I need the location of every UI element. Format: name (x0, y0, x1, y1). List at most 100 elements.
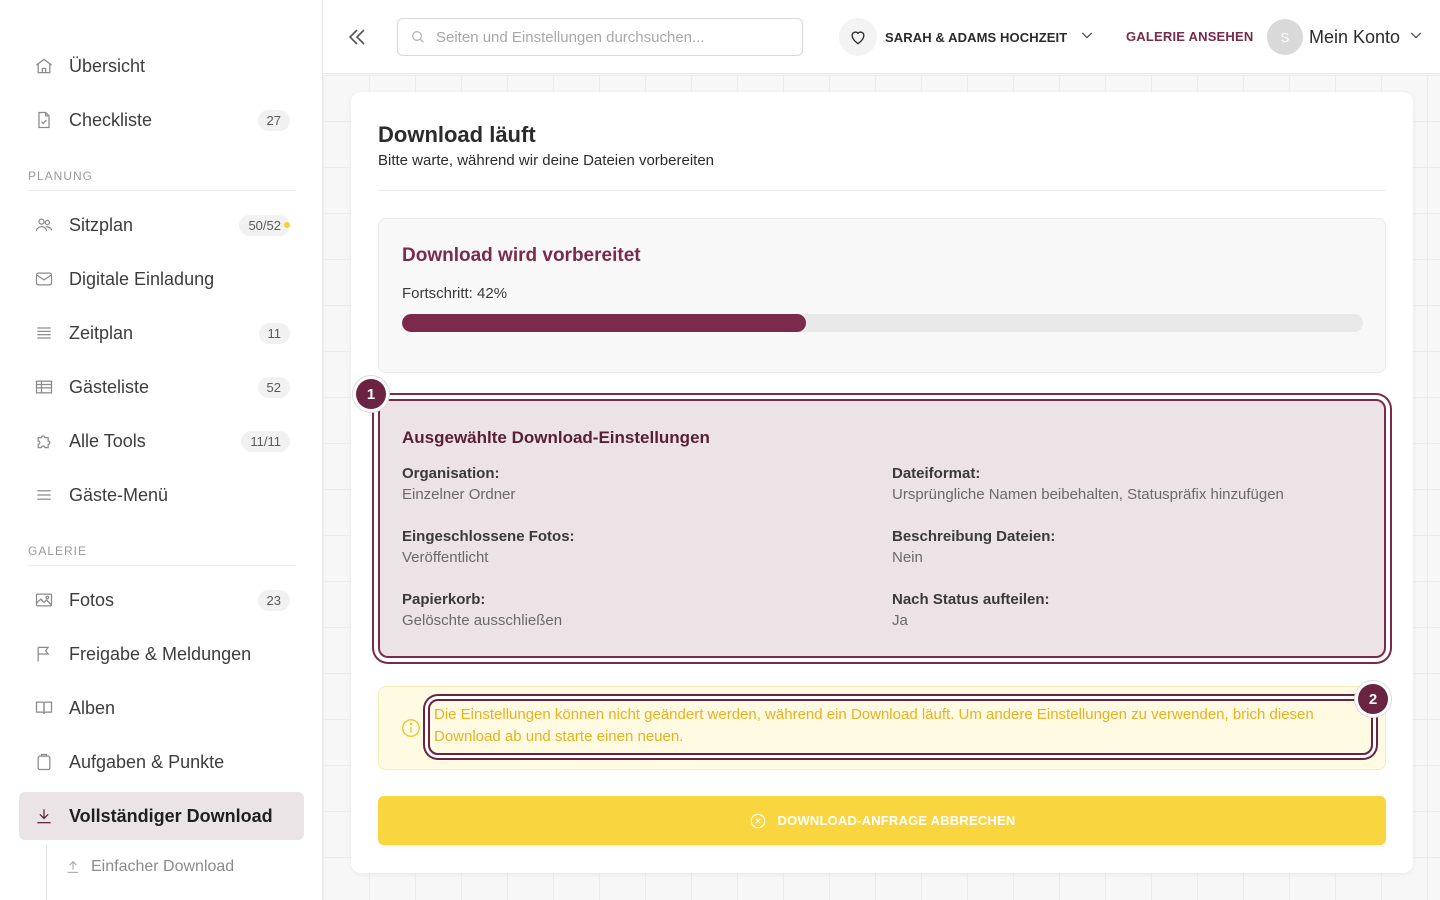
count-badge: 27 (257, 109, 290, 131)
sidebar-item-label: Aufgaben & Punkte (69, 751, 225, 772)
section-label-galerie: GALERIE (28, 544, 88, 558)
progress-fill (402, 314, 806, 332)
sidebar-item-zeitplan[interactable]: Zeitplan 11 (19, 309, 304, 357)
setting-key: Dateiformat: (892, 465, 981, 482)
setting-dateiformat: Dateiformat: Ursprüngliche Namen beibeha… (892, 465, 1284, 503)
account-label: Mein Konto (1309, 26, 1401, 47)
cancel-button-label: DOWNLOAD-ANFRAGE ABBRECHEN (777, 813, 1016, 828)
settings-title: Ausgewählte Download-Einstellungen (402, 428, 710, 447)
sidebar-item-vollstaendiger-download[interactable]: Vollständiger Download (19, 792, 304, 840)
section-divider (28, 565, 296, 566)
sidebar-item-digitale-einladung[interactable]: Digitale Einladung (19, 255, 304, 303)
count-badge: 50/52 (239, 214, 290, 236)
divider (378, 190, 1386, 191)
setting-eingeschlossene-fotos: Eingeschlossene Fotos: Veröffentlicht (402, 528, 575, 566)
setting-beschreibung-dateien: Beschreibung Dateien: Nein (892, 528, 1055, 566)
event-name: SARAH & ADAMS HOCHZEIT (885, 29, 1068, 45)
sidebar-item-label: Sitzplan (69, 214, 134, 235)
settings-panel: Ausgewählte Download-Einstellungen Organ… (378, 399, 1386, 658)
flag-icon (33, 643, 55, 665)
sidebar-item-label: Freigabe & Meldungen (69, 643, 252, 664)
count-badge: 11 (258, 322, 290, 344)
sidebar-item-freigabe[interactable]: Freigabe & Meldungen (19, 630, 304, 678)
setting-value: Gelöschte ausschließen (402, 612, 563, 629)
setting-key: Beschreibung Dateien: (892, 528, 1056, 545)
view-gallery-link[interactable]: GALERIE ANSEHEN (1126, 29, 1253, 44)
sidebar-item-label: Fotos (69, 589, 115, 610)
setting-value: Nein (892, 549, 923, 566)
info-icon (400, 717, 422, 739)
event-selector[interactable]: SARAH & ADAMS HOCHZEIT (839, 18, 1095, 56)
chevron-down-icon (1079, 27, 1095, 48)
setting-value: Veröffentlicht (402, 549, 489, 566)
setting-key: Nach Status aufteilen: (892, 591, 1050, 608)
menu-icon (33, 484, 55, 506)
sidebar-item-label: Zeitplan (69, 322, 134, 343)
setting-organisation: Organisation: Einzelner Ordner (402, 465, 515, 503)
sidebar-item-fotos[interactable]: Fotos 23 (19, 576, 304, 624)
sidebar-item-label: Gäste-Menü (69, 484, 169, 505)
account-menu[interactable]: S Mein Konto (1267, 19, 1424, 55)
cancel-download-button[interactable]: DOWNLOAD-ANFRAGE ABBRECHEN (378, 796, 1386, 845)
sub-nav-line (46, 845, 47, 900)
setting-key: Organisation: (402, 465, 500, 482)
sidebar-item-label: Digitale Einladung (69, 268, 215, 289)
setting-value: Einzelner Ordner (402, 486, 516, 503)
setting-key: Eingeschlossene Fotos: (402, 528, 575, 545)
chevron-down-icon (1408, 27, 1424, 48)
progress-text: Fortschritt: 42% (402, 285, 508, 302)
download-card: Download läuft Bitte warte, während wir … (351, 92, 1413, 873)
upload-icon (67, 860, 79, 873)
timeline-icon (33, 322, 55, 344)
sidebar-item-label: Gästeliste (69, 376, 150, 397)
search-bar[interactable] (397, 18, 803, 56)
setting-value: Ursprüngliche Namen beibehalten, Statusp… (892, 486, 1284, 503)
book-icon (33, 697, 55, 719)
sidebar-subitem-einfacher-download[interactable]: Einfacher Download (65, 852, 234, 882)
sidebar-item-gaesteliste[interactable]: Gästeliste 52 (19, 363, 304, 411)
setting-value: Ja (892, 612, 908, 629)
heart-icon (839, 18, 877, 56)
sidebar-item-overview[interactable]: Übersicht (19, 42, 304, 90)
sidebar-item-label: Übersicht (69, 55, 146, 76)
sidebar-item-label: Alben (69, 697, 116, 718)
progress-panel: Download wird vorbereitet Fortschritt: 4… (378, 218, 1386, 373)
puzzle-icon (33, 430, 55, 452)
image-icon (33, 589, 55, 611)
sidebar-item-sitzplan[interactable]: Sitzplan 50/52 (19, 201, 304, 249)
sidebar: Übersicht Checkliste 27 PLANUNG Sitzplan… (0, 0, 323, 900)
clipboard-icon (33, 751, 55, 773)
progress-title: Download wird vorbereitet (402, 245, 641, 266)
page-title: Download läuft (378, 122, 536, 147)
count-badge: 52 (257, 376, 290, 398)
people-icon (33, 214, 55, 236)
setting-key: Papierkorb: (402, 591, 486, 608)
sidebar-item-alben[interactable]: Alben (19, 684, 304, 732)
checklist-icon (33, 109, 55, 131)
close-circle-icon (750, 813, 765, 828)
page-subtitle: Bitte warte, während wir deine Dateien v… (378, 152, 715, 169)
warning-banner: Die Einstellungen können nicht geändert … (378, 686, 1386, 770)
double-chevron-left-icon (348, 29, 365, 45)
sidebar-item-checklist[interactable]: Checkliste 27 (19, 96, 304, 144)
setting-nach-status: Nach Status aufteilen: Ja (892, 591, 1050, 629)
search-input[interactable] (436, 28, 776, 46)
sidebar-item-aufgaben[interactable]: Aufgaben & Punkte (19, 738, 304, 786)
mail-icon (33, 268, 55, 290)
sidebar-item-label: Einfacher Download (91, 858, 235, 875)
collapse-sidebar-button[interactable] (345, 25, 369, 49)
annotation-marker-2: 2 (1358, 684, 1388, 714)
home-icon (33, 55, 55, 77)
sidebar-item-gaeste-menu[interactable]: Gäste-Menü (19, 471, 304, 519)
search-icon (412, 31, 424, 43)
progress-bar (402, 314, 1363, 332)
sidebar-item-alle-tools[interactable]: Alle Tools 11/11 (19, 417, 304, 465)
section-divider (28, 190, 296, 191)
sidebar-item-label: Alle Tools (69, 430, 146, 451)
top-header: SARAH & ADAMS HOCHZEIT GALERIE ANSEHEN S… (323, 0, 1440, 74)
count-badge: 23 (257, 589, 290, 611)
section-label-planung: PLANUNG (28, 169, 94, 183)
count-badge: 11/11 (241, 430, 290, 452)
avatar: S (1267, 19, 1303, 55)
sidebar-item-label: Checkliste (69, 109, 153, 130)
